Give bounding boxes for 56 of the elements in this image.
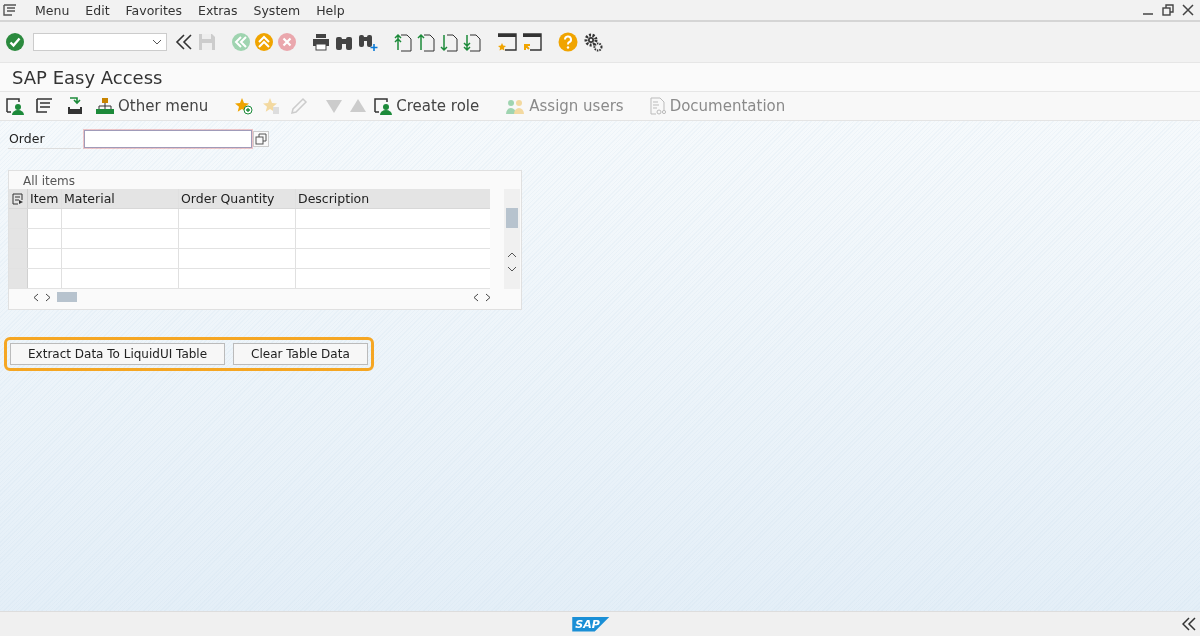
push-button[interactable]: Extract Data To LiquidUI Table xyxy=(10,343,226,365)
scroll-down-icon[interactable] xyxy=(507,265,517,273)
push-button[interactable]: Clear Table Data xyxy=(233,343,368,365)
sap-logo: SAP xyxy=(572,616,610,632)
users-icon xyxy=(505,97,526,115)
window-star-icon[interactable] xyxy=(497,32,517,52)
last-page-icon[interactable] xyxy=(463,32,481,52)
toolbar-button[interactable]: Other menu xyxy=(96,97,209,115)
screen-title: SAP Easy Access xyxy=(12,66,163,88)
double-chevron-icon[interactable] xyxy=(175,34,193,50)
search-help-icon[interactable] xyxy=(253,131,269,147)
menu-item[interactable]: Edit xyxy=(77,2,118,18)
binoculars-plus-icon[interactable] xyxy=(358,33,378,51)
user-menu-icon xyxy=(374,97,393,115)
user-menu-icon[interactable] xyxy=(6,97,24,115)
menu-icon[interactable] xyxy=(3,4,17,16)
table-title: All items xyxy=(22,173,77,189)
vertical-scrollbar[interactable] xyxy=(504,189,520,289)
order-input-field[interactable] xyxy=(84,130,252,148)
print-icon[interactable] xyxy=(312,33,330,51)
first-page-icon[interactable] xyxy=(394,32,412,52)
restore-icon[interactable] xyxy=(1162,4,1174,16)
scroll-left-icon[interactable] xyxy=(33,292,39,302)
menu-item[interactable]: Extras xyxy=(190,2,246,18)
column-header[interactable]: Material xyxy=(62,189,179,208)
menu-item[interactable]: Help xyxy=(308,2,353,18)
scroll-up-icon[interactable] xyxy=(507,251,517,259)
menu-item[interactable]: Favorites xyxy=(117,2,190,18)
sap-menu-icon[interactable] xyxy=(36,97,54,115)
star-plus-icon[interactable] xyxy=(234,97,255,115)
gear-icon[interactable] xyxy=(583,32,603,52)
scrollbar-thumb[interactable] xyxy=(506,208,518,228)
up-icon[interactable] xyxy=(255,33,273,51)
check-icon[interactable] xyxy=(5,32,25,52)
scroll-left-icon[interactable] xyxy=(473,292,479,302)
column-settings-icon[interactable] xyxy=(9,189,28,208)
dropdown-chevron-icon[interactable] xyxy=(152,39,162,45)
field-label: Order xyxy=(8,129,81,149)
command-field[interactable] xyxy=(33,33,167,51)
tray-arrow-icon[interactable] xyxy=(66,97,84,115)
scroll-right-icon[interactable] xyxy=(45,292,51,302)
hierarchy-icon xyxy=(96,97,114,115)
close-icon[interactable] xyxy=(1182,4,1194,16)
scroll-right-icon[interactable] xyxy=(485,292,491,302)
double-chevron-icon[interactable] xyxy=(1182,617,1196,631)
column-header[interactable]: Item xyxy=(28,189,62,208)
toolbar-button[interactable]: Create role xyxy=(374,97,480,115)
previous-page-icon[interactable] xyxy=(417,32,435,52)
document-glasses-icon xyxy=(649,97,666,115)
menu-item[interactable]: Menu xyxy=(27,2,78,18)
window-arrow-icon[interactable] xyxy=(522,32,542,52)
scrollbar-thumb[interactable] xyxy=(57,292,77,302)
menu-item[interactable]: System xyxy=(245,2,309,18)
column-header[interactable]: Order Quantity xyxy=(179,189,296,208)
next-page-icon[interactable] xyxy=(440,32,458,52)
help-icon[interactable] xyxy=(558,32,578,52)
